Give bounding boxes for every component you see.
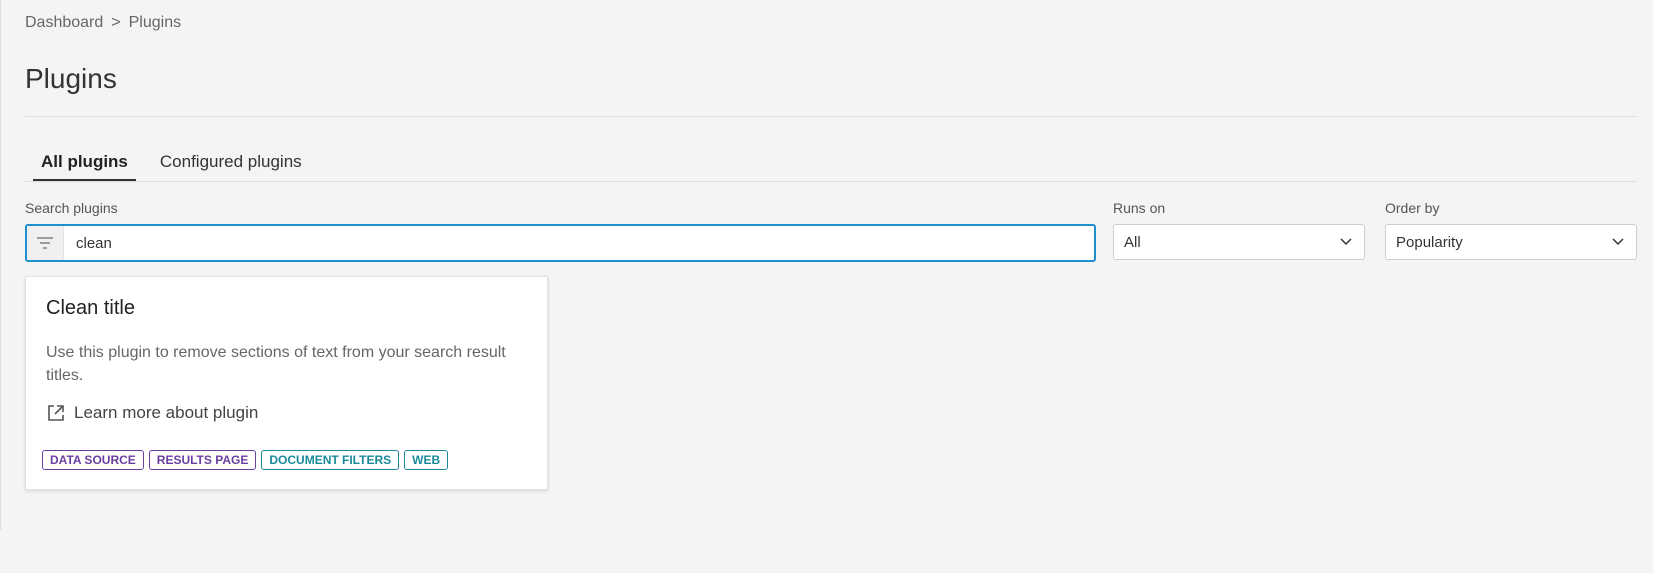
plugin-card-description: Use this plugin to remove sections of te… <box>46 344 506 384</box>
search-label: Search plugins <box>25 200 118 216</box>
tag-results-page: RESULTS PAGE <box>148 450 257 470</box>
filter-icon-graphic <box>37 237 53 249</box>
plugin-tabs: All plugins Configured plugins <box>33 140 326 182</box>
learn-more-link[interactable]: Learn more about plugin <box>46 403 258 423</box>
header-divider <box>25 116 1637 117</box>
breadcrumb-current: Plugins <box>128 14 182 31</box>
breadcrumb-dashboard-link[interactable]: Dashboard <box>25 14 103 32</box>
page-title: Plugins <box>25 63 117 94</box>
breadcrumb-separator: > <box>111 14 121 31</box>
runs-on-label: Runs on <box>1113 200 1166 216</box>
order-by-label: Order by <box>1385 200 1440 216</box>
filter-icon[interactable] <box>27 226 64 260</box>
plugin-card-title: Clean title <box>46 297 135 319</box>
runs-on-value: All <box>1124 233 1141 251</box>
order-by-value: Popularity <box>1396 233 1463 251</box>
external-link-icon <box>48 405 64 421</box>
chevron-down-icon <box>1612 238 1624 246</box>
learn-more-label: Learn more about plugin <box>74 403 259 422</box>
tab-configured-plugins[interactable]: Configured plugins <box>152 140 310 182</box>
chevron-down-icon <box>1340 238 1352 246</box>
tabs-divider <box>25 181 1637 182</box>
runs-on-select[interactable]: All <box>1113 224 1365 260</box>
tag-data-source: DATA SOURCE <box>42 450 144 470</box>
left-border <box>0 0 1 530</box>
tab-all-plugins[interactable]: All plugins <box>33 140 136 182</box>
plugin-tags: DATA SOURCE RESULTS PAGE DOCUMENT FILTER… <box>42 450 449 470</box>
tag-document-filters: DOCUMENT FILTERS <box>261 450 400 470</box>
plugin-card: Clean title Use this plugin to remove se… <box>25 276 548 490</box>
search-input[interactable] <box>64 226 1094 260</box>
breadcrumb: Dashboard > Plugins <box>25 14 181 32</box>
order-by-select[interactable]: Popularity <box>1385 224 1637 260</box>
search-field <box>25 224 1096 262</box>
tag-web: WEB <box>404 450 449 470</box>
